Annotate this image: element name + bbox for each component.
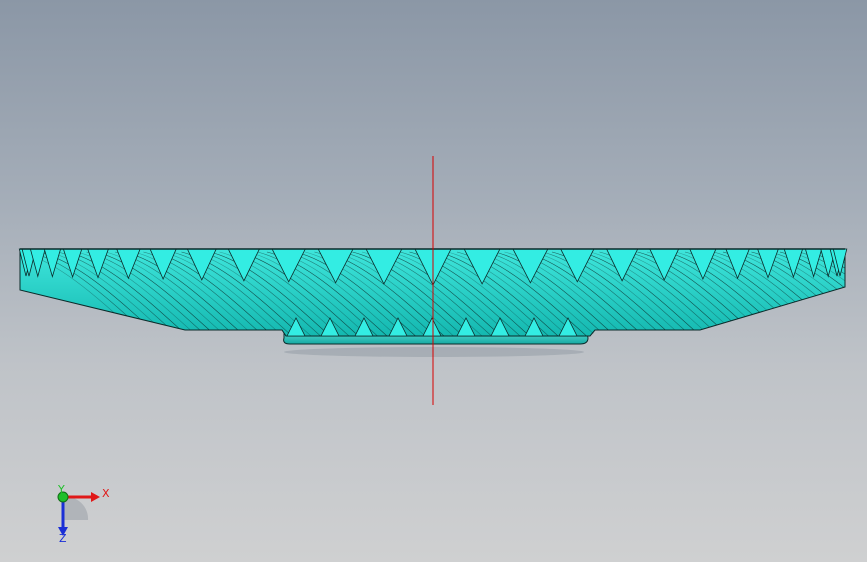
orientation-triad[interactable]: X Y Z [0,0,867,562]
graphics-viewport[interactable]: X Y Z [0,0,867,562]
x-axis-label: X [102,487,110,500]
z-axis-label: Z [59,532,67,545]
y-axis-label: Y [57,483,65,496]
